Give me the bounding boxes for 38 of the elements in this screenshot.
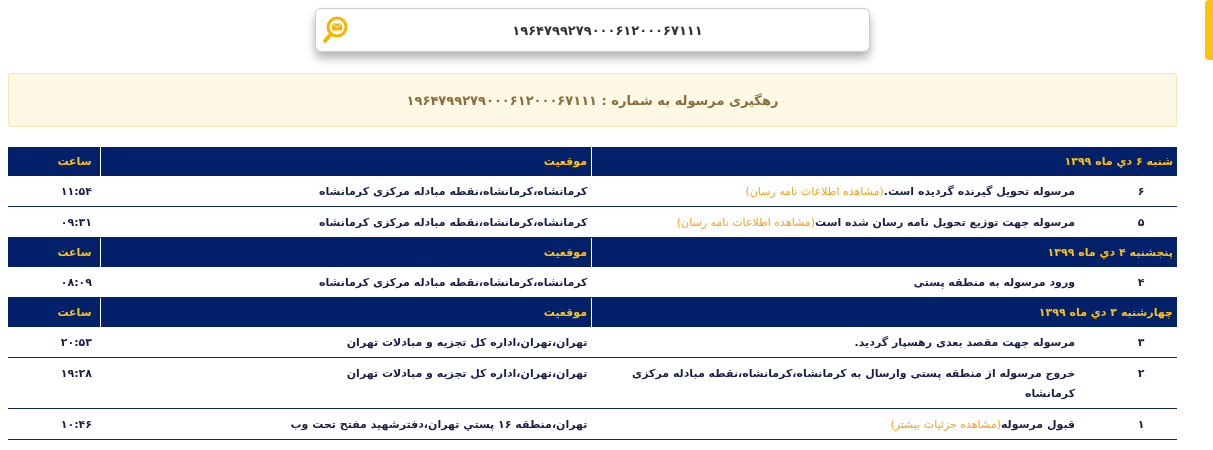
event-description: ورود مرسوله به منطقه پستی (913, 276, 1076, 289)
event-description: قبول مرسوله(مشاهده جزئیات بیشتر) (890, 418, 1076, 431)
details-link[interactable]: (مشاهده اطلاعات نامه رسان) (745, 185, 884, 198)
table-cell: ۱ (1079, 408, 1177, 440)
table-cell: تهران،منطقه ۱۶ پستي تهران،دفترشهید مفتح تحت وب (100, 408, 592, 440)
table-cell: ۳ (1079, 327, 1177, 358)
table-cell: ۶ (1079, 176, 1177, 207)
event-description: مرسوله جهت مقصد بعدی رهسپار گردید. (854, 336, 1076, 349)
table-cell: ۰۸:۰۹ (8, 267, 100, 298)
date-header: پنجشنبه ۴ دي ماه ۱۳۹۹ (591, 237, 1177, 267)
event-description: مرسوله تحویل گیرنده گردیده است.(مشاهده اطلاعات نامه رسان) (745, 185, 1076, 198)
column-header: موقعیت (100, 237, 592, 267)
table-cell: ۰۹:۳۱ (8, 206, 100, 238)
table-cell: کرمانشاه،کرمانشاه،نقطه مبادله مرکزی کرمانشاه (100, 176, 592, 207)
event-description: خروج مرسوله از منطقه پستی وارسال به کرمانشاه،کرمانشاه،نقطه مبادله مرکزی کرمانشاه (632, 367, 1076, 400)
table-cell: تهران،تهران،اداره کل تجزیه و مبادلات تهران (100, 357, 592, 409)
column-header: ساعت (8, 237, 100, 267)
details-link[interactable]: (مشاهده اطلاعات نامه رسان) (676, 216, 816, 229)
date-header: شنبه ۶ دي ماه ۱۳۹۹ (591, 147, 1177, 176)
table-cell: ۱۰:۴۶ (8, 408, 100, 440)
details-link[interactable]: (مشاهده جزئیات بیشتر) (890, 418, 1001, 431)
table-cell: ۴ (1079, 267, 1177, 298)
table-cell: تهران،تهران،اداره کل تجزیه و مبادلات تهران (100, 327, 592, 358)
column-header: ساعت (8, 297, 100, 327)
table-cell: ۲۰:۵۳ (8, 327, 100, 358)
tracking-title: رهگیری مرسوله به شماره : ۱۹۶۴۷۹۹۲۷۹۰۰۰۶۱۲۰۰۰۶۷۱۱۱ (406, 92, 779, 108)
event-description: مرسوله جهت توزیع تحویل نامه رسان شده است(مشاهده اطلاعات نامه رسان) (676, 216, 1076, 229)
table-cell: ۲ (1079, 357, 1177, 409)
column-header: موقعیت (100, 147, 592, 176)
column-header: ساعت (8, 147, 100, 176)
search-field[interactable]: ۱۹۶۴۷۹۹۲۷۹۰۰۰۶۱۲۰۰۰۶۷۱۱۱ (315, 8, 870, 52)
table-cell: کرمانشاه،کرمانشاه،نقطه مبادله مرکزی کرمانشاه (100, 267, 592, 298)
date-header: چهارشنبه ۳ دي ماه ۱۳۹۹ (591, 297, 1177, 327)
table-cell: ۵ (1079, 206, 1177, 238)
column-header: موقعیت (100, 297, 592, 327)
table-cell: ۱۱:۵۴ (8, 176, 100, 207)
table-cell: ۱۹:۲۸ (8, 357, 100, 409)
table-cell: کرمانشاه،کرمانشاه،نقطه مبادله مرکزی کرمانشاه (100, 206, 592, 238)
